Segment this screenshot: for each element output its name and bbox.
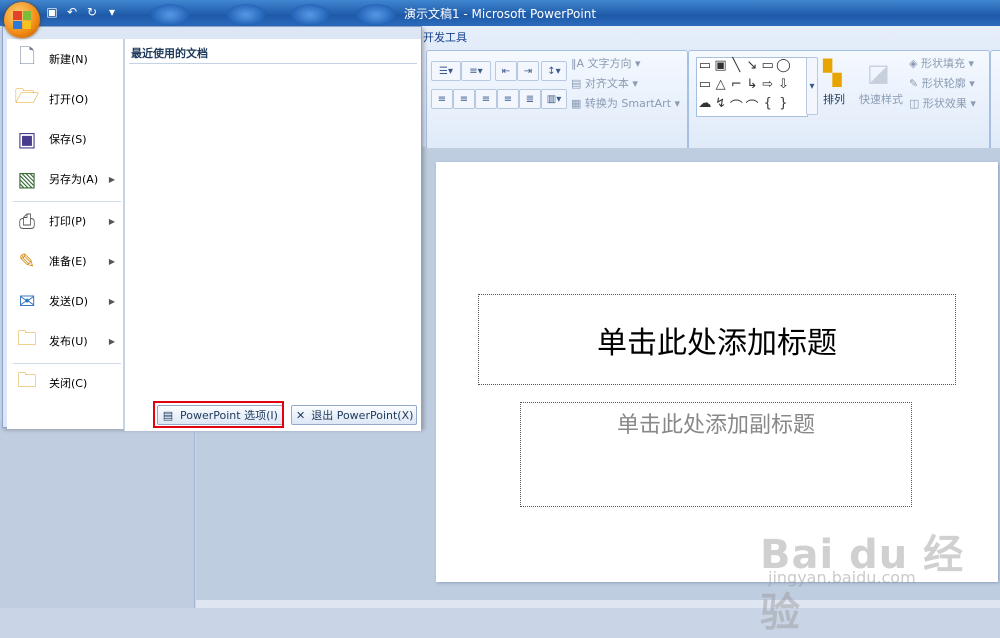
title-bar: ▣ ↶ ↻ ▾ 演示文稿1 - Microsoft PowerPoint [0, 0, 1000, 26]
text-direction-button[interactable]: ‖A 文字方向 ▾ [571, 55, 641, 71]
baidu-watermark: Bai du 经验 jingyan.baidu.com [760, 498, 996, 636]
subtitle-placeholder[interactable]: 单击此处添加副标题 [520, 402, 912, 507]
submenu-arrow-icon: ▶ [108, 174, 115, 184]
menu-item-label: 关闭(C) [49, 377, 88, 390]
justify-button[interactable]: ≡ [497, 89, 519, 109]
menu-item-save-as[interactable]: ▧ 另存为(A) ▶ [7, 159, 123, 199]
menu-item-label: 打开(O) [49, 93, 89, 106]
ribbon: 开发工具 ☰▾ ≡▾ ⇤ ⇥ ↕▾ ≡ ≡ ≡ ≡ ≣ ▥▾ ‖A 文字方向 ▾… [420, 26, 1000, 168]
menu-item-label: 打印(P) [49, 215, 87, 228]
quick-styles-button[interactable]: 快速样式 [859, 91, 903, 107]
menu-item-publish[interactable]: 🗀 发布(U) ▶ [7, 321, 123, 361]
shape-effects-label: 形状效果 [922, 97, 967, 110]
send-icon: ✉ [18, 289, 36, 313]
submenu-arrow-icon: ▶ [108, 216, 115, 226]
submenu-arrow-icon: ▶ [108, 336, 115, 346]
paint-bucket-icon: ◈ [909, 57, 921, 70]
convert-smartart-label: 转换为 SmartArt [584, 97, 672, 110]
new-document-icon: 🗋 [18, 44, 36, 68]
recent-divider [129, 63, 417, 64]
menu-item-print[interactable]: ⎙ 打印(P) ▶ [7, 201, 123, 241]
menu-item-label: 准备(E) [49, 255, 87, 268]
bullets-button[interactable]: ☰▾ [431, 61, 461, 81]
shape-effects-button[interactable]: ◫ 形状效果 ▾ [909, 95, 976, 111]
menu-item-send[interactable]: ✉ 发送(D) ▶ [7, 281, 123, 321]
menu-item-save[interactable]: ▣ 保存(S) [7, 119, 123, 159]
menu-item-prepare[interactable]: ✎ 准备(E) ▶ [7, 241, 123, 281]
title-placeholder[interactable]: 单击此处添加标题 [478, 294, 956, 385]
office-logo-icon [13, 11, 31, 29]
arrange-button[interactable]: 排列 [823, 91, 845, 107]
exit-powerpoint-label: 退出 PowerPoint(X) [311, 409, 414, 422]
align-left-button[interactable]: ≡ [431, 89, 453, 109]
recent-documents-panel: 最近使用的文档 [124, 39, 421, 431]
shapes-scroll-icon[interactable]: ▾ [806, 57, 818, 115]
line-spacing-button[interactable]: ↕▾ [541, 61, 567, 81]
close-folder-icon: 🗀 [17, 368, 37, 392]
close-icon: ✕ [296, 408, 306, 422]
save-icon: ▣ [17, 127, 37, 151]
publish-icon: 🗀 [17, 326, 37, 350]
office-menu-commands: 🗋 新建(N) 🗁 打开(O) ▣ 保存(S) ▧ 另存为(A) ▶ ⎙ 打印(… [7, 39, 124, 429]
menu-item-label: 另存为(A) [49, 173, 99, 186]
align-text-label: 对齐文本 [584, 77, 629, 90]
menu-item-new[interactable]: 🗋 新建(N) [7, 39, 123, 79]
tab-developer[interactable]: 开发工具 [423, 29, 467, 45]
highlight-box [153, 401, 284, 428]
convert-smartart-button[interactable]: ▦ 转换为 SmartArt ▾ [571, 95, 680, 111]
menu-item-label: 发送(D) [49, 295, 89, 308]
office-button[interactable] [4, 2, 40, 38]
decrease-indent-button[interactable]: ⇤ [495, 61, 517, 81]
shape-fill-label: 形状填充 [920, 57, 965, 70]
align-text-button[interactable]: ▤ 对齐文本 ▾ [571, 75, 638, 91]
slides-pane [0, 420, 195, 608]
menu-item-label: 发布(U) [49, 335, 88, 348]
smartart-icon: ▦ [571, 97, 585, 110]
align-center-button[interactable]: ≡ [453, 89, 475, 109]
quick-styles-icon: ◪ [867, 59, 890, 87]
menu-item-open[interactable]: 🗁 打开(O) [7, 79, 123, 119]
shape-outline-button[interactable]: ✎ 形状轮廓 ▾ [909, 75, 975, 91]
shapes-gallery[interactable]: ▭ ▣ ╲ ↘ ▭ ◯ ▭ △ ⌐ ↳ ⇨ ⇩ ☁ ↯ ⌒ ⌒{} [696, 57, 808, 117]
align-text-icon: ▤ [571, 77, 585, 90]
effects-icon: ◫ [909, 97, 923, 110]
submenu-arrow-icon: ▶ [108, 296, 115, 306]
window-title: 演示文稿1 - Microsoft PowerPoint [403, 7, 597, 21]
text-direction-icon: ‖A [571, 57, 588, 70]
prepare-icon: ✎ [18, 249, 36, 273]
columns-button[interactable]: ▥▾ [541, 89, 567, 109]
watermark-url: jingyan.baidu.com [768, 568, 916, 587]
save-as-icon: ▧ [17, 167, 37, 191]
menu-item-label: 保存(S) [49, 133, 87, 146]
open-folder-icon: 🗁 [14, 84, 40, 108]
menu-item-label: 新建(N) [49, 53, 88, 66]
pen-icon: ✎ [909, 77, 922, 90]
shape-fill-button[interactable]: ◈ 形状填充 ▾ [909, 55, 974, 71]
numbering-button[interactable]: ≡▾ [461, 61, 491, 81]
print-icon: ⎙ [19, 209, 35, 233]
menu-item-close[interactable]: 🗀 关闭(C) [7, 363, 123, 403]
submenu-arrow-icon: ▶ [108, 256, 115, 266]
arrange-icon: ▚ [823, 59, 842, 87]
text-direction-label: 文字方向 [587, 57, 632, 70]
shape-outline-label: 形状轮廓 [921, 77, 966, 90]
recent-documents-header: 最近使用的文档 [131, 47, 208, 60]
office-menu: 🗋 新建(N) 🗁 打开(O) ▣ 保存(S) ▧ 另存为(A) ▶ ⎙ 打印(… [2, 26, 422, 431]
exit-powerpoint-button[interactable]: ✕ 退出 PowerPoint(X) [291, 405, 417, 425]
increase-indent-button[interactable]: ⇥ [517, 61, 539, 81]
align-right-button[interactable]: ≡ [475, 89, 497, 109]
distributed-button[interactable]: ≣ [519, 89, 541, 109]
